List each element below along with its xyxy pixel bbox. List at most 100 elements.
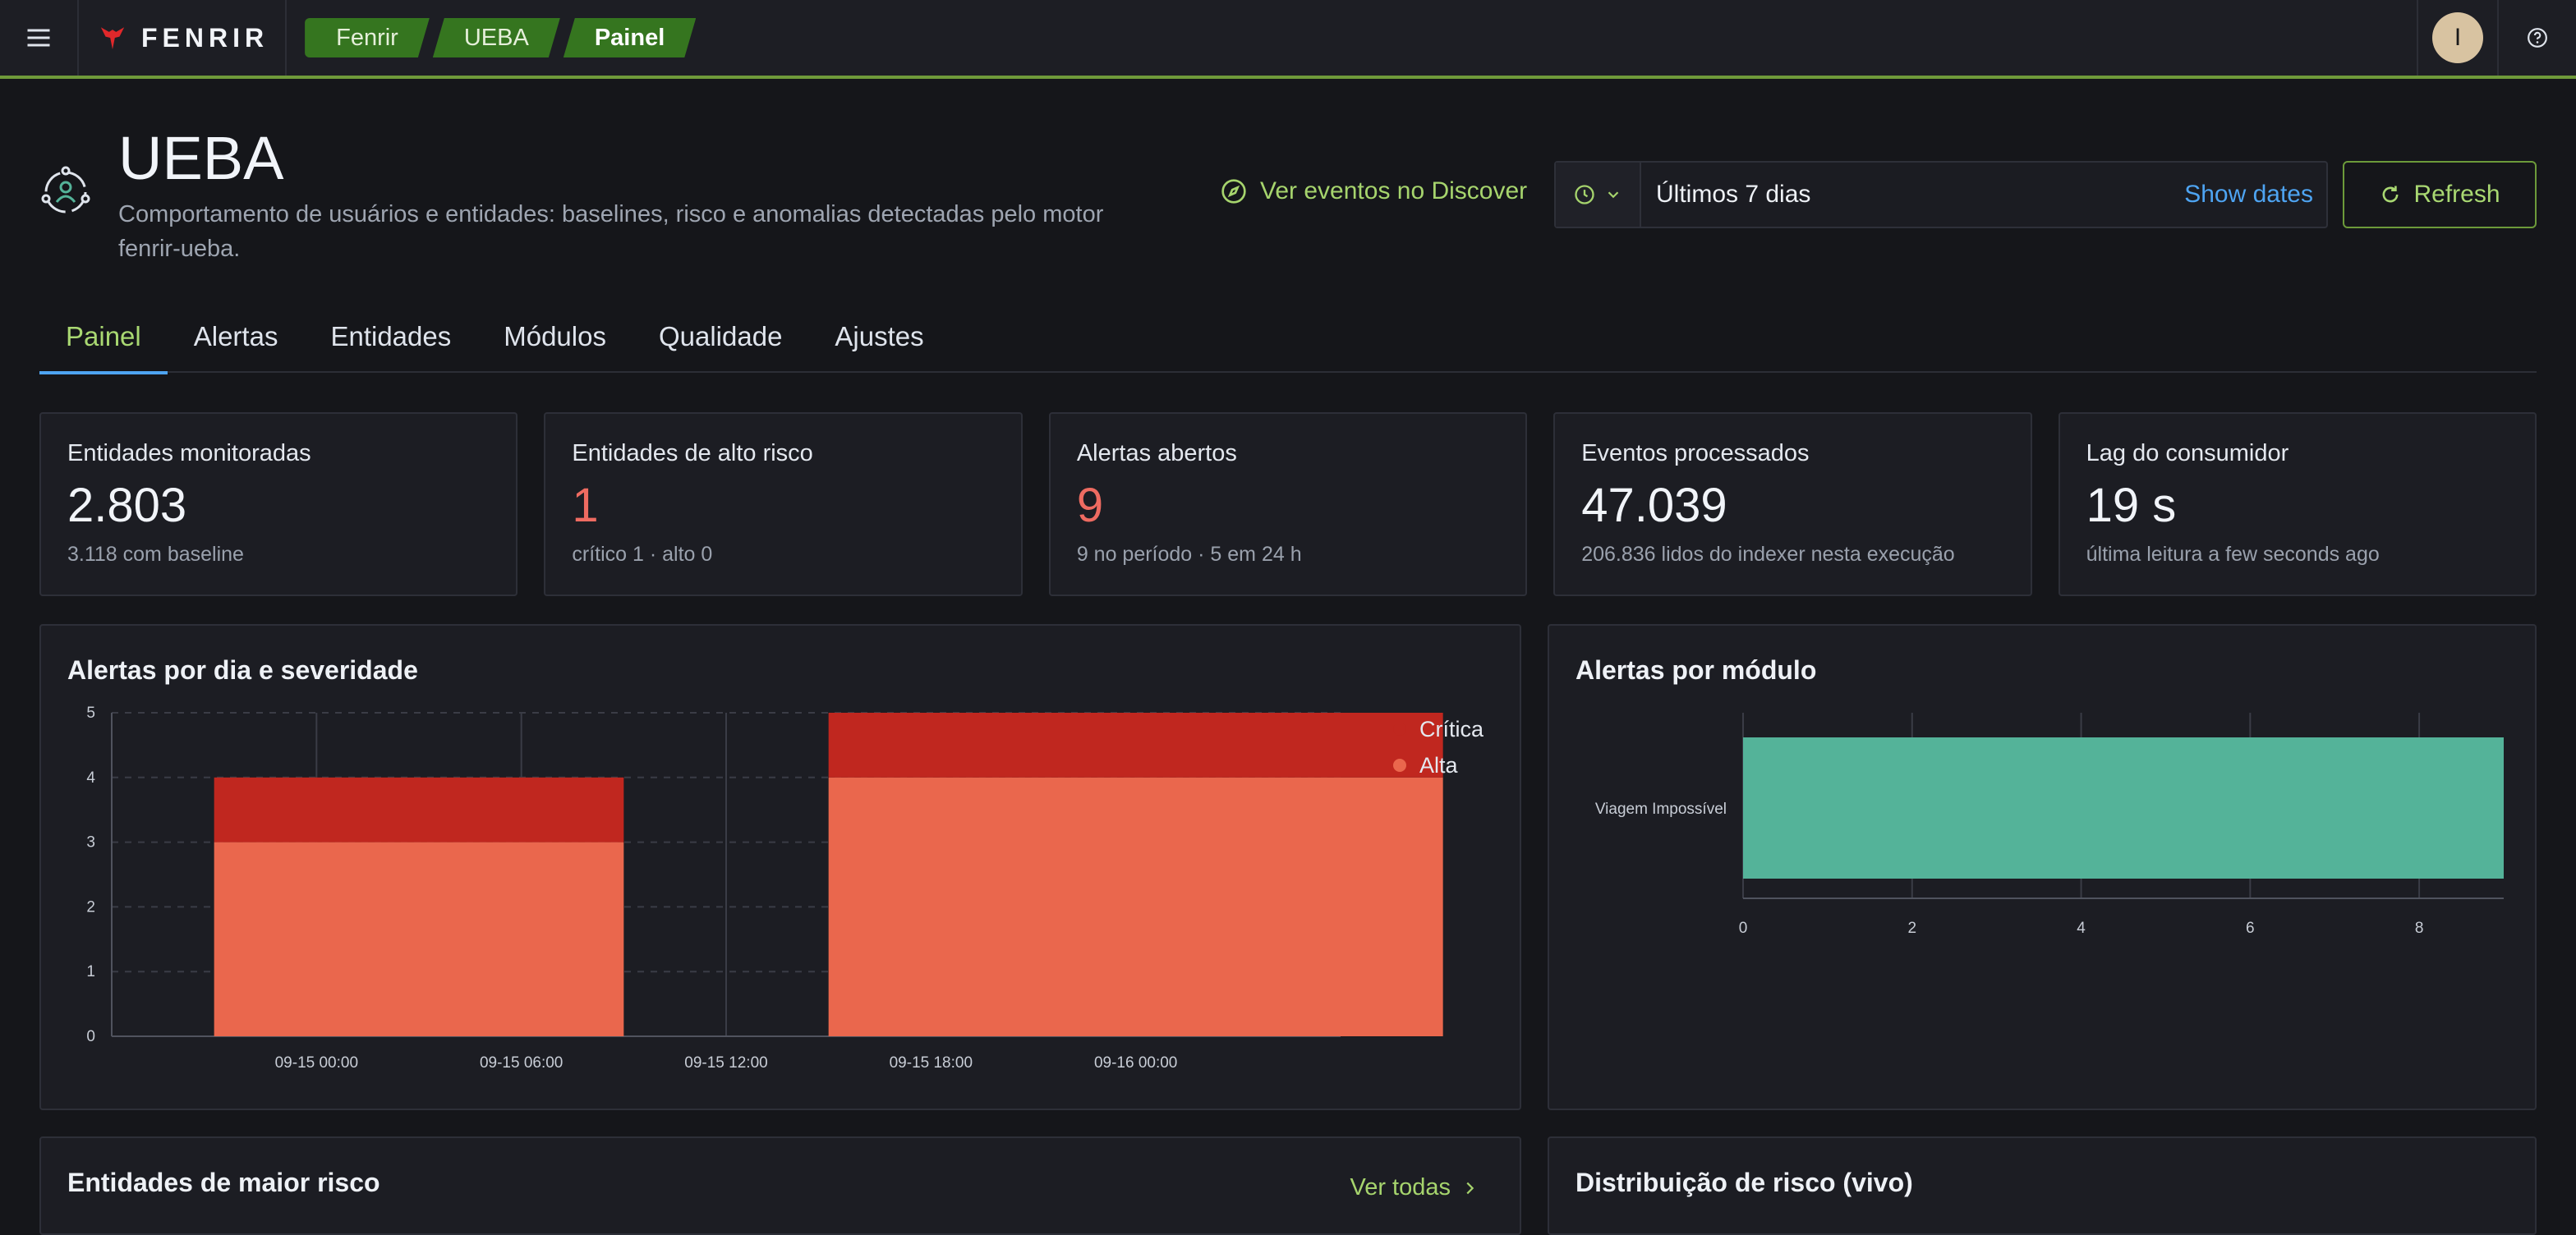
hamburger-icon: [27, 29, 50, 47]
stat-subtext: última leitura a few seconds ago: [2086, 543, 2380, 566]
breadcrumb-item-fenrir[interactable]: Fenrir: [305, 18, 430, 57]
stat-subtext: crítico 1 · alto 0: [572, 543, 713, 566]
brand-logo[interactable]: FENRIR: [79, 0, 288, 76]
y-tick-label: 0: [86, 1028, 95, 1045]
bar-segment-alta: [828, 777, 1443, 1036]
stat-card-monitored-entities: Entidades monitoradas 2.803 3.118 com ba…: [39, 412, 518, 596]
module-chart-panel: Alertas por módulo 0 2 4 6 8 Viagem Impossíve…: [1548, 624, 2537, 1110]
breadcrumb: Fenrir UEBA Painel: [287, 18, 696, 57]
stat-subtext: 9 no período · 5 em 24 h: [1076, 543, 1302, 566]
tab-painel[interactable]: Painel: [39, 301, 168, 374]
stat-subtext: 3.118 com baseline: [67, 543, 244, 566]
tab-qualidade[interactable]: Qualidade: [632, 301, 808, 373]
refresh-icon: [2383, 186, 2399, 203]
breadcrumb-item-painel[interactable]: Painel: [564, 18, 696, 57]
stat-label: Entidades monitoradas: [67, 440, 311, 466]
stat-value: 1: [572, 479, 599, 532]
page-title: UEBA: [118, 124, 284, 192]
stat-label: Lag do consumidor: [2086, 440, 2289, 466]
x-tick-label: 09-15 18:00: [890, 1054, 973, 1072]
help-button[interactable]: [2497, 0, 2576, 76]
refresh-button-label: Refresh: [2413, 181, 2500, 208]
x-tick-label: 09-16 00:00: [1094, 1054, 1177, 1072]
date-range-display[interactable]: Últimos 7 dias: [1641, 181, 2184, 209]
risk-distribution-panel: Distribuição de risco (vivo): [1548, 1136, 2537, 1235]
chevron-right-icon: [1466, 1182, 1474, 1194]
y-tick-label: 5: [86, 705, 95, 722]
bar-segment-critica: [214, 777, 624, 842]
quick-select-button[interactable]: [1556, 163, 1641, 227]
x-tick-label: 09-15 12:00: [684, 1054, 767, 1072]
severity-chart-plot: 0 1 2 3 4 5 09-15 00:00 09-15 06:00 09-15 12:00 0…: [86, 705, 1443, 1072]
user-menu-button[interactable]: I: [2417, 0, 2497, 76]
x-tick-label: 09-15 06:00: [480, 1054, 563, 1072]
menu-toggle-button[interactable]: [0, 0, 79, 76]
stat-value: 47.039: [1581, 479, 1727, 532]
legend-swatch: [1393, 759, 1406, 772]
severity-chart-panel: Alertas por dia e severidade 0 1 2 3 4 5 09-15…: [39, 624, 1521, 1110]
x-tick-label: 6: [2246, 920, 2255, 937]
x-tick-label: 4: [2077, 920, 2086, 937]
chart-legend: Crítica Alta: [1393, 711, 1484, 783]
panel-title: Entidades de maior risco: [67, 1168, 380, 1197]
y-category-label: Viagem Impossível: [1595, 801, 1727, 818]
tab-modulos[interactable]: Módulos: [477, 301, 632, 373]
module-chart-plot: 0 2 4 6 8 Viagem Impossível: [1595, 713, 2504, 937]
stat-value: 19 s: [2086, 479, 2177, 532]
legend-item-critica[interactable]: Crítica: [1393, 711, 1484, 747]
ueba-app-icon: [39, 166, 92, 218]
y-tick-label: 2: [86, 898, 95, 916]
stat-card-open-alerts: Alertas abertos 9 9 no período · 5 em 24…: [1048, 412, 1528, 596]
breadcrumb-item-ueba[interactable]: UEBA: [433, 18, 560, 57]
module-chart: 0 2 4 6 8 Viagem Impossível: [1595, 713, 2504, 937]
stat-card-consumer-lag: Lag do consumidor 19 s última leitura a …: [2058, 412, 2537, 596]
tab-alertas[interactable]: Alertas: [168, 301, 305, 373]
y-tick-label: 3: [86, 834, 95, 852]
stat-value: 9: [1076, 479, 1104, 532]
avatar: I: [2432, 12, 2483, 63]
y-tick-label: 4: [86, 769, 95, 787]
refresh-button[interactable]: Refresh: [2343, 161, 2537, 228]
top-entities-panel: Entidades de maior risco Ver todas: [39, 1136, 1521, 1235]
stat-card-high-risk-entities: Entidades de alto risco 1 crítico 1 · al…: [544, 412, 1023, 596]
x-tick-label: 09-15 00:00: [275, 1054, 358, 1072]
stat-subtext: 206.836 lidos do indexer nesta execução: [1581, 543, 1955, 566]
page-description: Comportamento de usuários e entidades: b…: [118, 201, 1104, 262]
compass-icon: [1221, 179, 1246, 204]
stat-card-processed-events: Eventos processados 47.039 206.836 lidos…: [1553, 412, 2032, 596]
stat-value: 2.803: [67, 479, 187, 532]
legend-swatch: [1393, 723, 1406, 736]
stats-row: Entidades monitoradas 2.803 3.118 com ba…: [39, 412, 2537, 596]
tab-ajustes[interactable]: Ajustes: [808, 301, 950, 373]
top-nav-bar: FENRIR Fenrir UEBA Painel I: [0, 0, 2576, 79]
tab-bar: Painel Alertas Entidades Módulos Qualida…: [39, 301, 2537, 374]
legend-item-alta[interactable]: Alta: [1393, 747, 1484, 783]
chevron-down-icon: [1608, 191, 1619, 199]
see-all-link[interactable]: Ver todas: [1350, 1174, 1479, 1201]
module-bar: [1743, 737, 2504, 879]
panel-title: Distribuição de risco (vivo): [1576, 1168, 1913, 1197]
discover-link-label: Ver eventos no Discover: [1260, 177, 1528, 204]
tab-entidades[interactable]: Entidades: [304, 301, 477, 373]
top-right-controls: I: [2417, 0, 2576, 76]
x-tick-label: 0: [1739, 920, 1748, 937]
stat-label: Entidades de alto risco: [572, 440, 813, 466]
see-all-label: Ver todas: [1350, 1174, 1451, 1201]
fenrir-logo-icon: [99, 24, 126, 52]
show-dates-button[interactable]: Show dates: [2184, 181, 2326, 209]
help-icon: [2528, 28, 2547, 48]
stat-label: Eventos processados: [1581, 440, 1810, 466]
y-tick-label: 1: [86, 963, 95, 980]
x-tick-label: 2: [1907, 920, 1916, 937]
x-tick-label: 8: [2415, 920, 2424, 937]
bar-segment-critica: [828, 713, 1443, 778]
legend-label: Alta: [1419, 752, 1458, 778]
bar-segment-alta: [214, 842, 624, 1036]
date-picker: Últimos 7 dias Show dates: [1554, 161, 2328, 228]
severity-chart: 0 1 2 3 4 5 09-15 00:00 09-15 06:00 09-15 12:00 0…: [86, 705, 1443, 1072]
page-header: UEBA Comportamento de usuários e entidad…: [39, 123, 2537, 271]
stat-label: Alertas abertos: [1076, 440, 1237, 466]
legend-label: Crítica: [1419, 716, 1484, 741]
discover-link[interactable]: Ver eventos no Discover: [1221, 177, 1527, 205]
clock-icon: [1575, 185, 1594, 204]
